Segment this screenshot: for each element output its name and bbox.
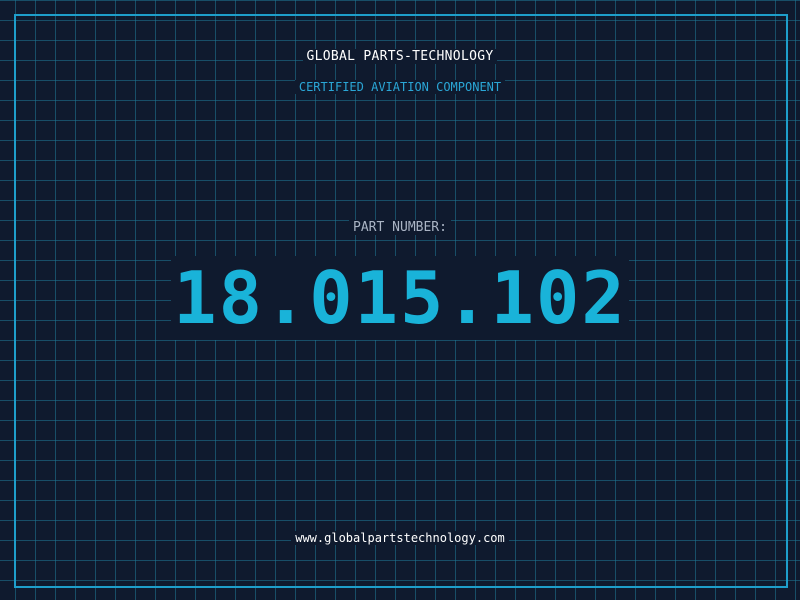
tagline-text: CERTIFIED AVIATION COMPONENT [294,80,506,94]
tagline: CERTIFIED AVIATION COMPONENT [0,80,800,94]
part-number-label-text: PART NUMBER: [349,220,451,235]
grid-canvas: GLOBAL PARTS-TECHNOLOGY CERTIFIED AVIATI… [0,0,800,600]
part-number-value: 18.015.102 [0,256,800,340]
company-title: GLOBAL PARTS-TECHNOLOGY [0,49,800,64]
part-number-label: PART NUMBER: [0,220,800,235]
website-url-text: www.globalpartstechnology.com [291,531,509,545]
website-url: www.globalpartstechnology.com [0,531,800,545]
part-number-value-text: 18.015.102 [171,256,629,340]
company-title-text: GLOBAL PARTS-TECHNOLOGY [302,49,498,64]
